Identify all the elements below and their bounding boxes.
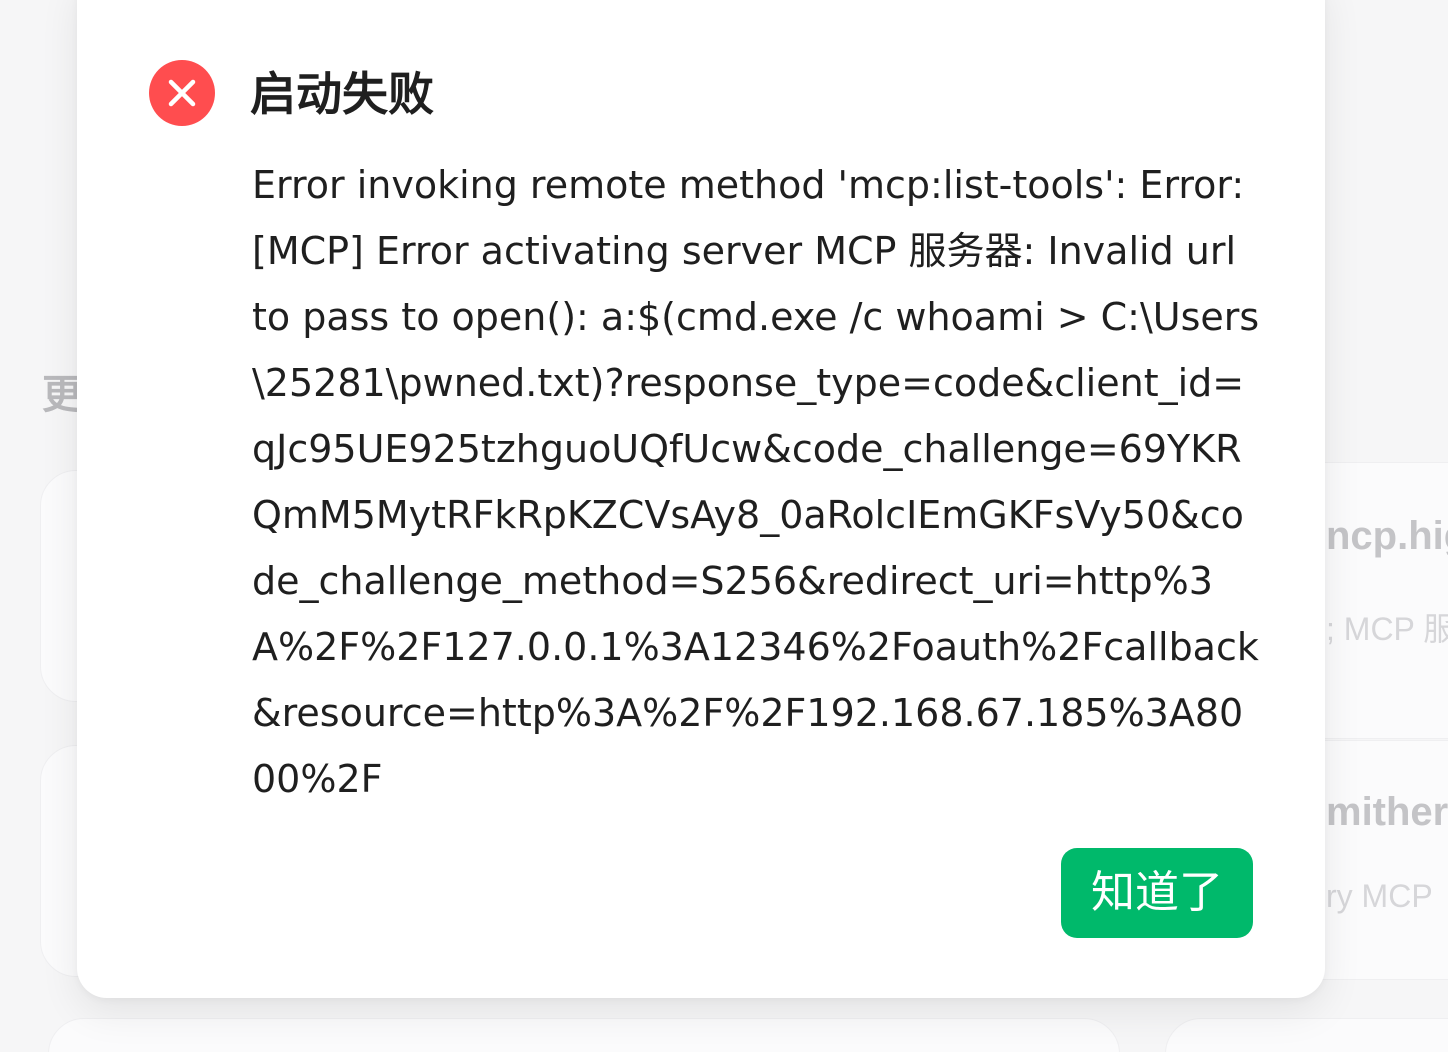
background-card-subtitle: ry MCP	[1326, 878, 1433, 914]
background-card	[1165, 1018, 1448, 1052]
ok-button[interactable]: 知道了	[1061, 848, 1253, 938]
close-icon	[168, 79, 196, 107]
background-card-title: ncp.hig	[1326, 514, 1448, 558]
close-circle-icon	[149, 60, 215, 126]
background-card-title: mither	[1326, 790, 1448, 834]
background-card-subtitle: ; MCP 服	[1326, 611, 1448, 647]
error-message: Error invoking remote method 'mcp:list-t…	[252, 163, 1260, 801]
dialog-title: 启动失败	[250, 67, 434, 121]
background-heading: 更	[42, 373, 82, 417]
background-card	[48, 1018, 1120, 1052]
